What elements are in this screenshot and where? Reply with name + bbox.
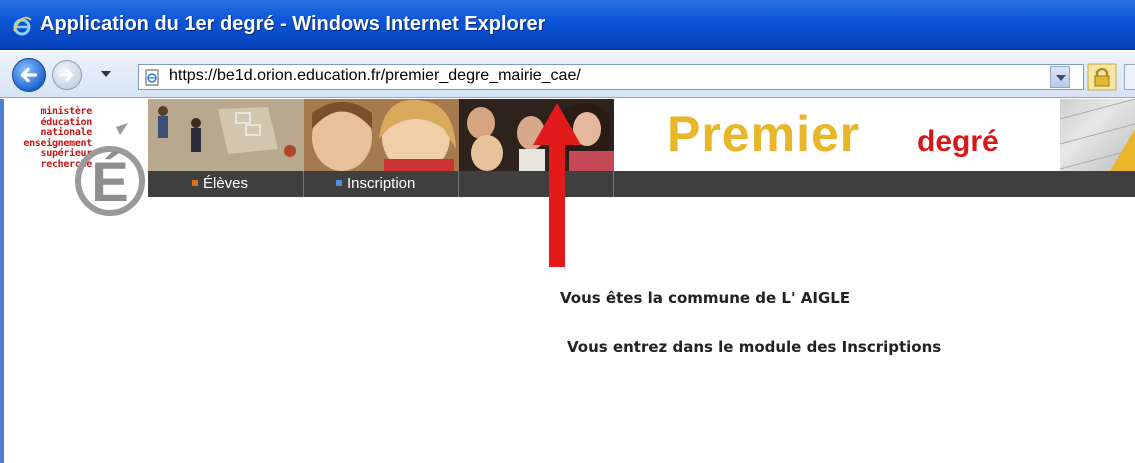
menu-bullet-icon	[336, 179, 342, 186]
back-arrow-icon	[20, 67, 38, 83]
web-page: ministère éducation nationale enseigneme…	[0, 99, 1135, 463]
ie-icon	[13, 16, 32, 36]
page-icon	[145, 69, 159, 86]
banner-title-degre: degré	[917, 125, 999, 158]
url-text: https://be1d.orion.education.fr/premier_…	[169, 67, 581, 84]
banner-photo-children-faces	[304, 99, 459, 171]
url-input[interactable]: https://be1d.orion.education.fr/premier_…	[138, 64, 1084, 90]
banner-decoration	[1060, 99, 1135, 171]
menu-bullet-icon	[192, 179, 198, 186]
url-dropdown-button[interactable]	[1050, 66, 1070, 88]
back-button[interactable]	[12, 58, 46, 92]
commune-message: Vous êtes la commune de L' AIGLE	[560, 289, 851, 307]
menu-item-eleves[interactable]: Élèves	[148, 171, 304, 197]
address-toolbar: https://be1d.orion.education.fr/premier_…	[0, 51, 1135, 98]
forward-arrow-icon	[59, 68, 74, 82]
window-title: Application du 1er degré - Windows Inter…	[40, 13, 546, 35]
red-annotation-arrow-icon	[533, 103, 581, 267]
main-menu-bar: Élèves Inscription	[148, 171, 1135, 197]
refresh-button[interactable]	[1124, 64, 1135, 90]
forward-button[interactable]	[52, 60, 82, 90]
lock-icon[interactable]	[1087, 63, 1117, 91]
ministry-e-emblem-icon: É	[75, 123, 145, 216]
module-message: Vous entrez dans le module des Inscripti…	[567, 338, 942, 356]
window-title-bar[interactable]: Application du 1er degré - Windows Inter…	[0, 0, 1135, 50]
history-dropdown-button[interactable]	[101, 71, 111, 77]
banner-title-premier: Premier	[667, 106, 861, 162]
menu-item-inscription[interactable]: Inscription	[304, 171, 459, 197]
banner-title: Premier degré	[614, 99, 1060, 171]
svg-text:É: É	[91, 150, 128, 213]
window-frame-edge	[0, 99, 4, 463]
ministry-logo: ministère éducation nationale enseigneme…	[8, 106, 148, 217]
banner-photo-children-playing	[148, 99, 304, 171]
